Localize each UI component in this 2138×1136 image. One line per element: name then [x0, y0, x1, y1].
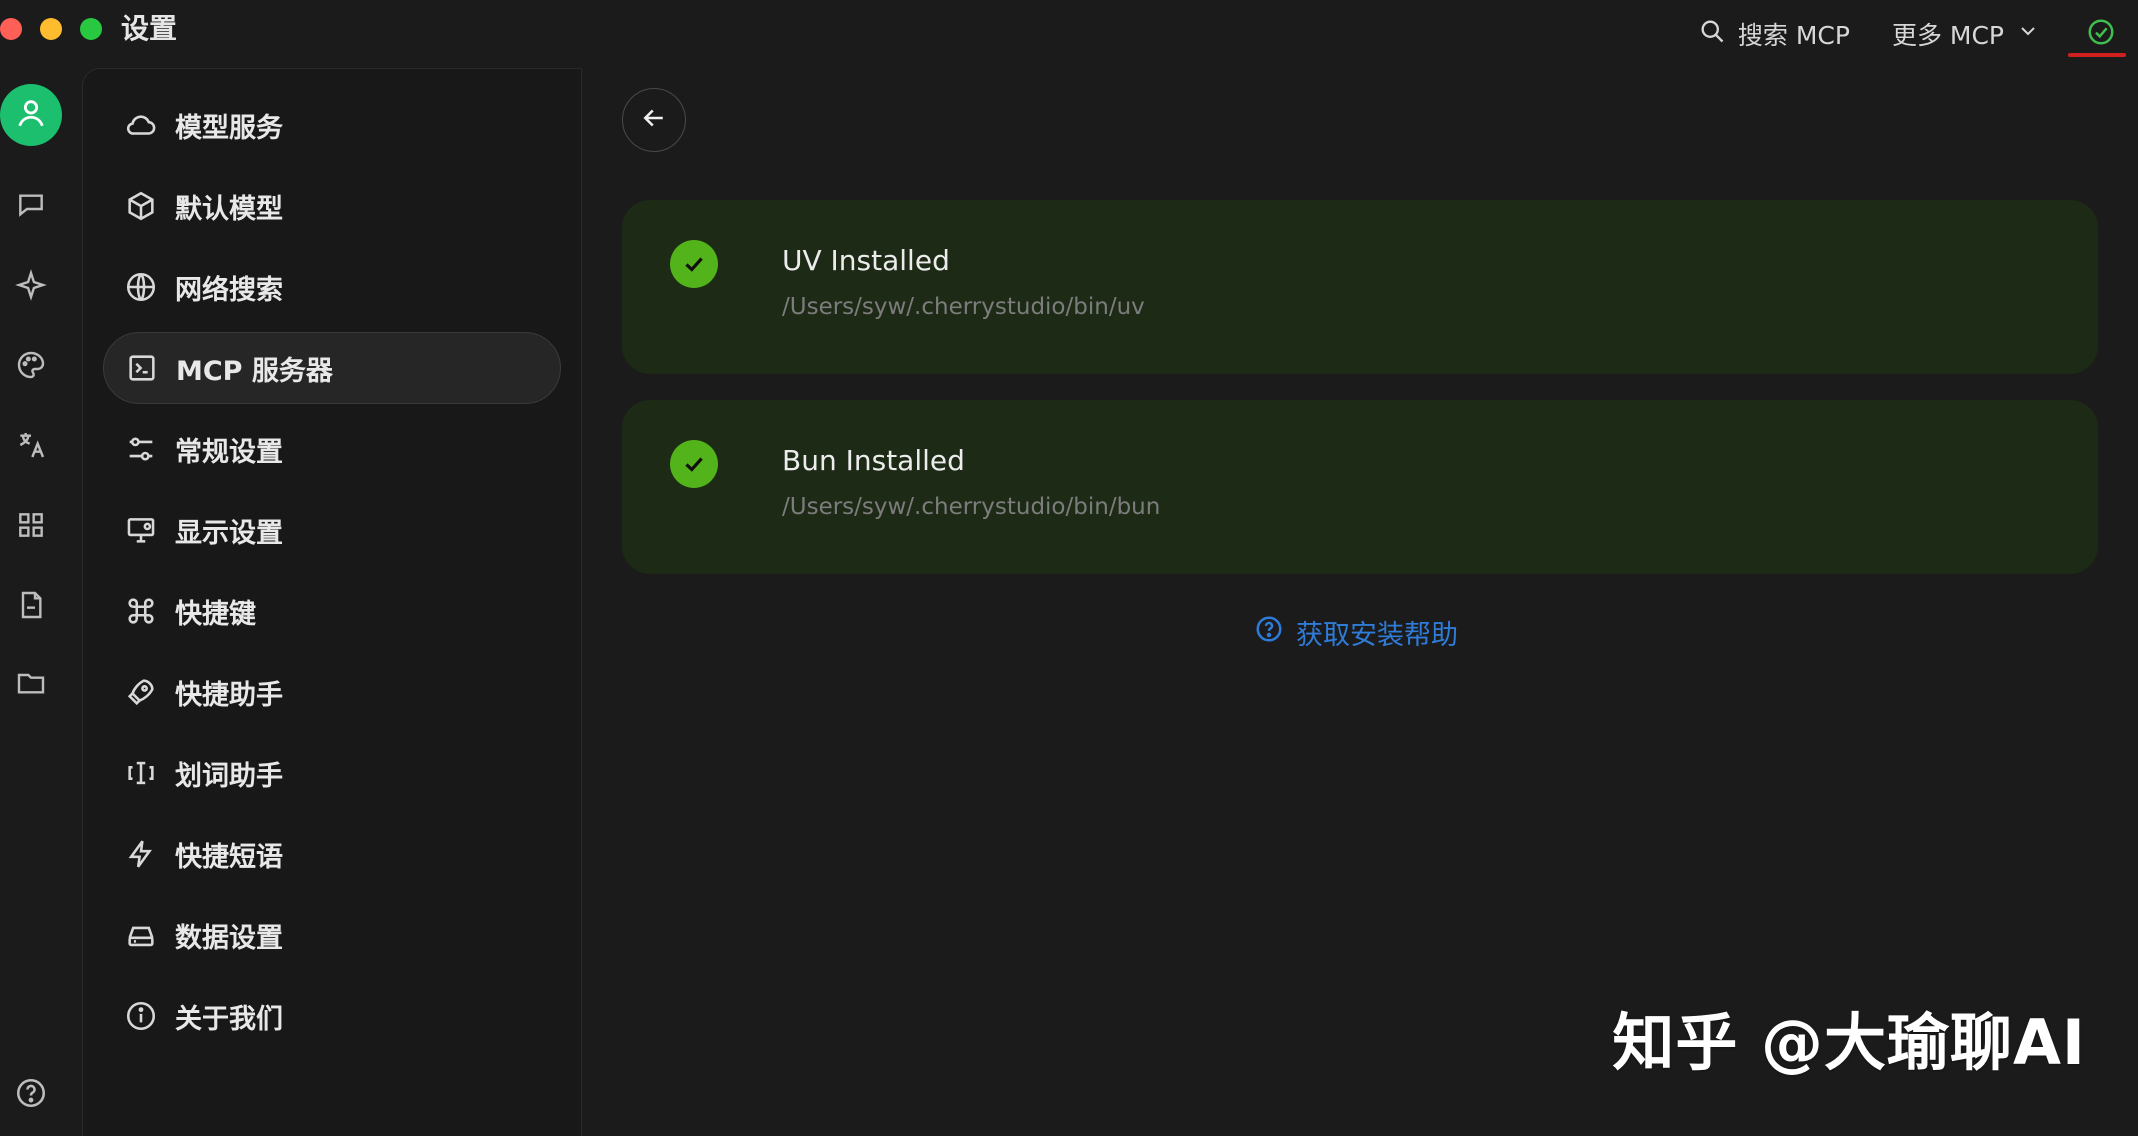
- arrow-left-icon: [639, 103, 669, 137]
- info-icon: [123, 998, 159, 1034]
- sidebar-item-shortcuts[interactable]: 快捷键: [103, 575, 561, 647]
- terminal-icon: [124, 350, 160, 386]
- check-circle-icon: [2086, 17, 2116, 51]
- mcp-status-indicator[interactable]: [2068, 15, 2126, 57]
- palette-icon[interactable]: [14, 348, 48, 382]
- sidebar-item-data-settings[interactable]: 数据设置: [103, 899, 561, 971]
- close-window-button[interactable]: [0, 18, 22, 40]
- folder-icon[interactable]: [14, 666, 48, 700]
- sidebar-item-label: 模型服务: [175, 112, 283, 144]
- sidebar-item-label: MCP 服务器: [176, 355, 333, 387]
- sidebar-item-text-selection-assistant[interactable]: 划词助手: [103, 737, 561, 809]
- chat-icon[interactable]: [14, 188, 48, 222]
- sidebar-item-quick-phrases[interactable]: 快捷短语: [103, 818, 561, 890]
- sidebar-item-label: 常规设置: [175, 436, 283, 468]
- translate-icon[interactable]: [14, 428, 48, 462]
- avatar[interactable]: [0, 84, 62, 146]
- sidebar-item-quick-assistant[interactable]: 快捷助手: [103, 656, 561, 728]
- back-button[interactable]: [622, 88, 686, 152]
- sidebar-item-label: 快捷短语: [175, 841, 283, 873]
- apps-icon[interactable]: [14, 508, 48, 542]
- sidebar-item-general-settings[interactable]: 常规设置: [103, 413, 561, 485]
- sidebar-item-label: 显示设置: [175, 517, 283, 549]
- sidebar-item-label: 默认模型: [175, 193, 283, 225]
- text-select-icon: [123, 755, 159, 791]
- window-title: 设置: [121, 12, 178, 45]
- sidebar-item-web-search[interactable]: 网络搜索: [103, 251, 561, 323]
- sidebar-item-about-us[interactable]: 关于我们: [103, 980, 561, 1052]
- search-mcp-button[interactable]: 搜索 MCP: [1698, 16, 1850, 52]
- help-icon[interactable]: [14, 1076, 48, 1110]
- sidebar-item-model-service[interactable]: 模型服务: [103, 89, 561, 161]
- search-icon: [1698, 17, 1726, 51]
- settings-sidebar: 模型服务 默认模型 网络搜索 MCP 服务器 常规设置 显示设置 快捷键 快捷助…: [82, 68, 582, 1136]
- watermark-text: 知乎 @大瑜聊AI: [1612, 1006, 2086, 1079]
- bun-install-card: Bun Installed /Users/syw/.cherrystudio/b…: [622, 400, 2098, 574]
- command-icon: [123, 593, 159, 629]
- sidebar-item-label: 网络搜索: [175, 274, 283, 306]
- question-circle-icon: [1254, 614, 1284, 651]
- sidebar-item-label: 数据设置: [175, 922, 283, 954]
- sidebar-item-label: 关于我们: [175, 1003, 283, 1035]
- user-icon: [14, 96, 48, 134]
- more-mcp-label: 更多 MCP: [1891, 21, 2004, 50]
- cube-icon: [123, 188, 159, 224]
- check-icon: [670, 240, 718, 288]
- sidebar-item-label: 快捷键: [175, 598, 256, 630]
- more-mcp-dropdown[interactable]: 更多 MCP: [1892, 16, 2040, 52]
- uv-install-card: UV Installed /Users/syw/.cherrystudio/bi…: [622, 200, 2098, 374]
- card-path: /Users/syw/.cherrystudio/bin/uv: [782, 294, 1145, 320]
- sidebar-item-mcp-server[interactable]: MCP 服务器: [103, 332, 561, 404]
- install-help-link[interactable]: 获取安装帮助: [1254, 613, 1458, 652]
- status-underline: [2068, 53, 2126, 57]
- sidebar-item-label: 划词助手: [175, 760, 283, 792]
- main-content: UV Installed /Users/syw/.cherrystudio/bi…: [582, 68, 2138, 1136]
- drive-icon: [123, 917, 159, 953]
- check-icon: [670, 440, 718, 488]
- minimize-window-button[interactable]: [40, 18, 62, 40]
- lightning-icon: [123, 836, 159, 872]
- rocket-icon: [123, 674, 159, 710]
- file-icon[interactable]: [14, 588, 48, 622]
- search-mcp-label: 搜索 MCP: [1737, 21, 1850, 50]
- sidebar-item-label: 快捷助手: [175, 679, 283, 711]
- cloud-icon: [123, 107, 159, 143]
- title-bar: 设置 搜索 MCP 更多 MCP: [0, 0, 2138, 68]
- icon-rail: [0, 68, 82, 1136]
- top-actions: 搜索 MCP 更多 MCP: [1698, 0, 2138, 68]
- globe-icon: [123, 269, 159, 305]
- sidebar-item-display-settings[interactable]: 显示设置: [103, 494, 561, 566]
- monitor-settings-icon: [123, 512, 159, 548]
- card-title: UV Installed: [782, 244, 950, 277]
- card-path: /Users/syw/.cherrystudio/bin/bun: [782, 494, 1161, 520]
- sliders-icon: [123, 431, 159, 467]
- maximize-window-button[interactable]: [80, 18, 102, 40]
- chevron-down-icon: [2016, 19, 2040, 49]
- help-link-label: 获取安装帮助: [1296, 620, 1458, 651]
- sparkle-icon[interactable]: [14, 268, 48, 302]
- sidebar-item-default-model[interactable]: 默认模型: [103, 170, 561, 242]
- card-title: Bun Installed: [782, 444, 965, 477]
